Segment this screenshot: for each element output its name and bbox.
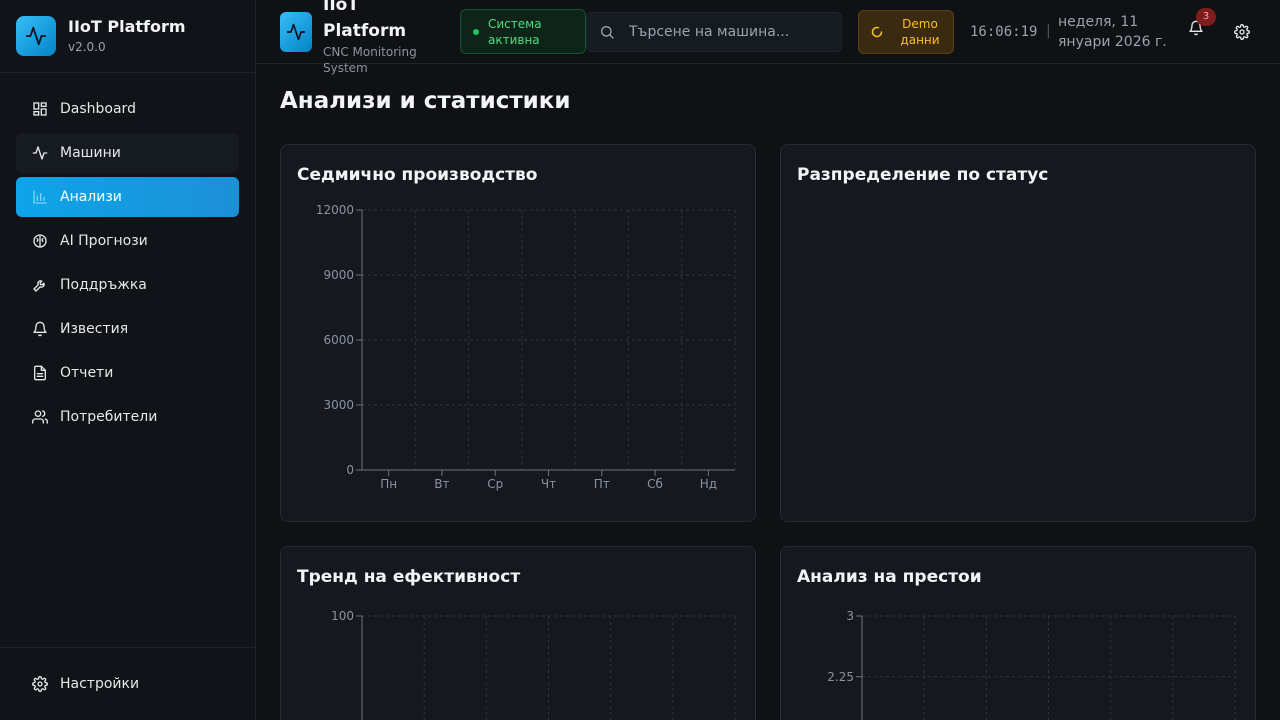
date-line1: неделя, 11 [1058, 14, 1139, 30]
sidebar-item-settings[interactable]: Настройки [16, 664, 240, 704]
efficiency-trend-chart: 100 [331, 609, 736, 720]
weekly-production-card: Седмично производство 0 3000 6000 9000 12000… [280, 144, 756, 522]
file-text-icon [32, 365, 48, 381]
brand-version: v2.0.0 [68, 40, 106, 54]
sidebar-item-label: Машини [60, 145, 121, 161]
sidebar-item-label: AI Прогнози [60, 233, 148, 249]
weekly-production-chart: 0 3000 6000 9000 12000 Пн Вт Ср Чт Пт Сб Нд [316, 203, 736, 491]
sidebar: IIoT Platform v2.0.0 Dashboard Машини Ан… [0, 0, 256, 720]
x-tick-label: Чт [541, 477, 556, 491]
activity-icon [280, 12, 312, 52]
users-icon [32, 409, 48, 425]
page-title: Анализи и статистики [280, 88, 571, 114]
search-box [586, 12, 842, 52]
loader-icon [871, 26, 883, 38]
downtime-analysis-chart: 2.25 3 [827, 609, 1236, 720]
demo-line2: данни [900, 33, 940, 47]
top-header: IIoT Platform CNC Monitoring System Сист… [256, 0, 1280, 75]
grid-icon [32, 101, 48, 117]
x-tick-label: Ср [487, 477, 503, 491]
sidebar-item-dashboard[interactable]: Dashboard [16, 89, 239, 129]
header-title-line1: IIoT [323, 0, 359, 15]
sidebar-item-users[interactable]: Потребители [16, 397, 239, 437]
x-tick-label: Сб [647, 477, 663, 491]
settings-button[interactable] [1234, 24, 1250, 40]
sidebar-item-label: Dashboard [60, 101, 136, 117]
sidebar-item-label: Поддръжка [60, 277, 147, 293]
sidebar-item-maintenance[interactable]: Поддръжка [16, 265, 239, 305]
sidebar-item-notifications[interactable]: Известия [16, 309, 239, 349]
demo-data-button[interactable]: Demo данни [858, 10, 954, 54]
status-dot-icon [473, 28, 479, 35]
y-tick-label: 6000 [323, 333, 354, 347]
y-tick-label: 0 [346, 463, 354, 477]
header-subtitle-line1: CNC Monitoring [323, 45, 417, 59]
brand-title: IIoT Platform [68, 17, 186, 36]
x-tick-label: Пн [380, 477, 397, 491]
clock-time: 16:06:19 [970, 24, 1038, 40]
separator: | [1046, 23, 1051, 39]
activity-icon [32, 145, 48, 161]
x-tick-label: Пт [594, 477, 610, 491]
settings-label: Настройки [60, 676, 140, 692]
y-tick-label: 100 [331, 609, 354, 623]
brain-icon [32, 233, 48, 249]
sidebar-item-machines[interactable]: Машини [16, 133, 239, 173]
sidebar-item-ai-forecasts[interactable]: AI Прогнози [16, 221, 239, 261]
y-tick-label: 12000 [316, 203, 354, 217]
gear-icon [1234, 24, 1250, 40]
header-subtitle-line2: System [323, 61, 368, 75]
sidebar-footer: Настройки [0, 647, 256, 720]
search-input[interactable] [629, 24, 829, 40]
sidebar-item-label: Потребители [60, 409, 158, 425]
status-distribution-card: Разпределение по статус [780, 144, 1256, 522]
y-tick-label: 9000 [323, 268, 354, 282]
sidebar-item-label: Известия [60, 321, 129, 337]
notification-count-badge: 3 [1196, 8, 1216, 26]
search-icon [599, 24, 615, 40]
current-date: неделя, 11 януари 2026 г. [1058, 12, 1178, 52]
sidebar-nav: Dashboard Машини Анализи AI Прогнози Под… [16, 89, 239, 441]
status-distribution-chart [781, 145, 1257, 523]
activity-icon [16, 16, 56, 56]
gear-icon [32, 676, 48, 692]
x-tick-label: Вт [434, 477, 449, 491]
wrench-icon [32, 277, 48, 293]
sidebar-item-label: Отчети [60, 365, 114, 381]
bell-icon [32, 321, 48, 337]
status-line2: активна [488, 32, 540, 47]
y-tick-label: 3 [846, 609, 854, 623]
brand: IIoT Platform v2.0.0 [0, 0, 255, 73]
demo-line1: Demo [902, 17, 938, 31]
y-tick-label: 2.25 [827, 670, 854, 684]
y-tick-label: 3000 [323, 398, 354, 412]
efficiency-trend-card: Тренд на ефективност 100 [280, 546, 756, 720]
header-title: IIoT Platform CNC Monitoring System [323, 0, 443, 76]
date-line2: януари 2026 г. [1058, 34, 1167, 50]
x-tick-label: Нд [700, 477, 717, 491]
header-title-line2: Platform [323, 21, 407, 41]
sidebar-item-label: Анализи [60, 189, 122, 205]
sidebar-item-analytics[interactable]: Анализи [16, 177, 239, 217]
downtime-analysis-card: Анализ на престои 2.25 3 [780, 546, 1256, 720]
sidebar-item-reports[interactable]: Отчети [16, 353, 239, 393]
system-status-badge: Система активна [460, 9, 586, 54]
bar-chart-icon [32, 189, 48, 205]
status-line1: Система [488, 16, 542, 31]
